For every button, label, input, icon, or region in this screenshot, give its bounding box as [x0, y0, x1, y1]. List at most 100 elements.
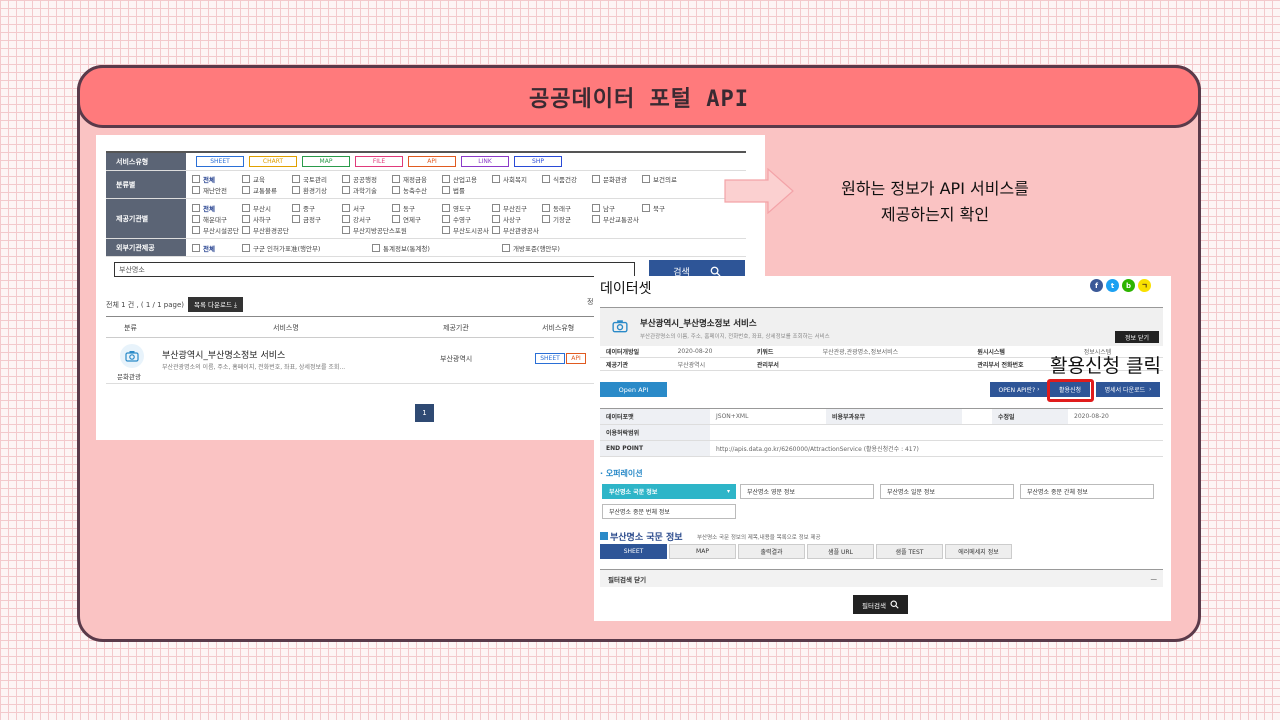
blog-icon[interactable]: b [1122, 279, 1135, 292]
service-type-tag[interactable]: MAP [302, 156, 350, 167]
filter-checkbox[interactable]: 전체 [192, 242, 242, 253]
service-type-tag[interactable]: API [408, 156, 456, 167]
filter-checkbox[interactable]: 과학기술 [342, 185, 392, 196]
service-summary: 부산광역시_부산명소정보 서비스 부산관광명소의 이름, 주소, 홈페이지, 전… [600, 307, 1163, 346]
operation-item[interactable]: 부산명소 영문 정보 [740, 484, 874, 499]
filter-checkbox[interactable]: 사회복지 [492, 174, 542, 185]
tab-sample-test[interactable]: 샘플 TEST [876, 544, 943, 559]
filter-checkbox[interactable]: 동구 [392, 202, 442, 213]
filter-checkbox[interactable]: 강서구 [342, 213, 392, 224]
tab-error-info[interactable]: 에러메세지 정보 [945, 544, 1012, 559]
tab-map[interactable]: MAP [669, 544, 736, 559]
filter-checkbox[interactable]: 부산지방공단스포원 [342, 224, 442, 235]
tab-output[interactable]: 출력결과 [738, 544, 805, 559]
filter-checkbox[interactable]: 북구 [642, 202, 692, 213]
filter-checkbox[interactable]: 구군 인허가표准(행안부) [242, 242, 372, 253]
filter-checkbox[interactable]: 수영구 [442, 213, 492, 224]
operation-item[interactable]: 부산명소 중문 간체 정보 [1020, 484, 1154, 499]
filter-checkbox[interactable]: 사상구 [492, 213, 542, 224]
filter-checkbox[interactable]: 사하구 [242, 213, 292, 224]
page-button[interactable]: 1 [415, 404, 434, 422]
close-info-button[interactable]: 정보 닫기 [1115, 331, 1159, 343]
property-key: 비용부과유무 [826, 409, 962, 424]
filter-checkbox[interactable]: 재난안전 [192, 185, 242, 196]
operation-item[interactable]: 부산명소 일문 정보 [880, 484, 1014, 499]
filter-label: 분류별 [106, 171, 186, 198]
service-type-tag[interactable]: LINK [461, 156, 509, 167]
what-is-open-api-button[interactable]: OPEN API란? › [990, 382, 1048, 397]
property-value: JSON+XML [716, 413, 749, 420]
meta-value: 2020-08-20 [677, 347, 713, 355]
filter-checkbox[interactable]: 부산도시공사 [442, 224, 492, 235]
filter-checkbox[interactable]: 통계정보(통계청) [372, 242, 502, 253]
tab-sample-url[interactable]: 샘플 URL [807, 544, 874, 559]
filter-checkbox[interactable]: 교육 [242, 174, 292, 185]
service-name: 부산광역시_부산명소정보 서비스 [640, 319, 757, 329]
slide-title: 공공데이터 포털 API [529, 86, 749, 112]
external-checkboxes: 전체 구군 인허가표准(행안부) 통계정보(통계청) 개방표준(행안부) [186, 239, 746, 256]
filter-checkbox[interactable]: 해운대구 [192, 213, 242, 224]
meta-key: 데이터개방일 [606, 348, 640, 356]
list-download-button[interactable]: 목록 다운로드 ⤓ [188, 297, 243, 312]
service-type-tag[interactable]: FILE [355, 156, 403, 167]
camera-icon [612, 319, 628, 333]
endpoint-value: http://apis.data.go.kr/6260000/Attractio… [716, 446, 919, 453]
filter-checkbox[interactable]: 전체 [192, 202, 242, 213]
filter-checkbox[interactable]: 공공행정 [342, 174, 392, 185]
property-key: 이용허락범위 [600, 425, 710, 440]
tab-open-api[interactable]: Open API [600, 382, 667, 397]
filter-checkbox[interactable]: 기장군 [542, 213, 592, 224]
download-icon: ⤓ [234, 301, 237, 309]
facebook-icon[interactable]: f [1090, 279, 1103, 292]
filter-checkbox[interactable]: 금정구 [292, 213, 342, 224]
filter-checkbox[interactable]: 부산관광공사 [492, 224, 542, 235]
service-type-tags: SHEET CHART MAP FILE API LINK SHP [186, 153, 746, 170]
operation-item[interactable]: 부산명소 중문 번체 정보 [602, 504, 736, 519]
filter-checkbox[interactable]: 연제구 [392, 213, 442, 224]
tab-sheet[interactable]: SHEET [600, 544, 667, 559]
filter-checkbox[interactable]: 법률 [442, 185, 492, 196]
filter-checkbox[interactable]: 개방표준(행안부) [502, 242, 632, 253]
sort-hint: 정 [587, 298, 594, 306]
filter-checkbox[interactable]: 남구 [592, 202, 642, 213]
property-row: 데이터포맷 JSON+XML 비용부과유무 수정일 2020-08-20 [600, 409, 1163, 425]
filter-search-label: 필터검색 [862, 601, 886, 610]
kakao-icon[interactable]: ㄱ [1138, 279, 1151, 292]
property-key: 데이터포맷 [600, 409, 710, 424]
filter-checkbox[interactable]: 산업고용 [442, 174, 492, 185]
filter-checkbox[interactable]: 재정금융 [392, 174, 442, 185]
filter-checkbox[interactable]: 농축수산 [392, 185, 442, 196]
provider-checkboxes: 전체 부산시 중구 서구 동구 영도구 부산진구 동래구 남구 북구해운대구 사하구 금정구 강서구 연제… [186, 199, 746, 238]
filter-checkbox[interactable]: 국토관리 [292, 174, 342, 185]
operation-select[interactable]: 부산명소 국문 정보 ▾ [602, 484, 736, 499]
twitter-icon[interactable]: t [1106, 279, 1119, 292]
row-provider: 부산광역시 [440, 355, 473, 363]
spec-download-button[interactable]: 명세서 다운로드 › [1096, 382, 1160, 397]
search-input[interactable]: 부산명소 [114, 262, 635, 277]
filter-checkbox[interactable]: 동래구 [542, 202, 592, 213]
filter-toggle-bar[interactable]: 필터검색 닫기 — [600, 569, 1163, 587]
row-service-name[interactable]: 부산광역시_부산명소정보 서비스 [162, 348, 285, 361]
filter-checkbox[interactable]: 식품건강 [542, 174, 592, 185]
filter-checkbox[interactable]: 부산교통공사 [592, 213, 692, 224]
filter-checkbox[interactable]: 교통물류 [242, 185, 292, 196]
chevron-right-icon: › [1037, 386, 1040, 393]
filter-checkbox[interactable]: 부산환경공단 [242, 224, 342, 235]
service-type-tag[interactable]: SHP [514, 156, 562, 167]
filter-checkbox[interactable]: 보건의료 [642, 174, 692, 185]
type-tag: SHEET [535, 353, 565, 364]
filter-row-provider: 제공기관별 전체 부산시 중구 서구 동구 영도구 부산진구 동래구 남구 북구 해운대구 사하구 금정… [106, 199, 746, 239]
service-type-tag[interactable]: CHART [249, 156, 297, 167]
filter-checkbox[interactable]: 부산시 [242, 202, 292, 213]
filter-checkbox[interactable]: 부산시설공단 [192, 224, 242, 235]
filter-checkbox[interactable]: 부산진구 [492, 202, 542, 213]
filter-checkbox[interactable]: 환경기상 [292, 185, 342, 196]
service-type-tag[interactable]: SHEET [196, 156, 244, 167]
filter-checkbox[interactable]: 서구 [342, 202, 392, 213]
filter-checkbox[interactable]: 영도구 [442, 202, 492, 213]
filter-checkbox[interactable]: 전체 [192, 174, 242, 185]
property-key: 수정일 [992, 409, 1068, 424]
filter-search-button[interactable]: 필터검색 [853, 595, 908, 614]
filter-checkbox[interactable]: 중구 [292, 202, 342, 213]
filter-checkbox[interactable]: 문화관광 [592, 174, 642, 185]
